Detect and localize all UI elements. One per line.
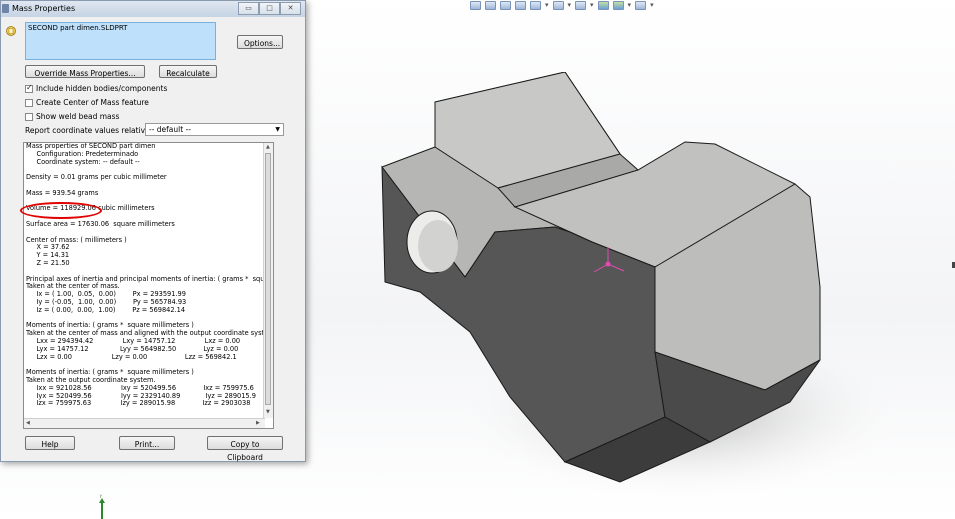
checkbox-label: Include hidden bodies/components <box>36 84 168 93</box>
copy-to-clipboard-button[interactable]: Copy to Clipboard <box>207 436 283 462</box>
override-mass-properties-button[interactable]: Override Mass Properties... <box>25 65 145 78</box>
results-line: Iz = ( 0.00, 0.00, 1.00) Pz = 569842.14 <box>26 305 186 314</box>
horizontal-scrollbar[interactable]: ◀ ▶ <box>24 418 265 428</box>
show-weld-bead-mass-checkbox[interactable]: Show weld bead mass <box>25 112 119 121</box>
svg-text:Y: Y <box>99 494 103 499</box>
dialog-titlebar[interactable]: Mass Properties ▭ □ ✕ <box>1 1 305 17</box>
coordinate-system-value: -- default -- <box>149 125 191 134</box>
results-line: Coordinate system: -- default -- <box>26 157 140 166</box>
help-button[interactable]: Help <box>25 436 75 450</box>
chevron-down-icon[interactable]: ▼ <box>275 124 280 135</box>
dialog-body: SECOND part dimen.SLDPRT Options... Over… <box>1 17 305 462</box>
include-hidden-bodies-checkbox[interactable]: Include hidden bodies/components <box>25 83 168 93</box>
selected-items-icon <box>6 26 16 36</box>
apply-scene-icon[interactable] <box>612 0 624 10</box>
view-settings-icon[interactable] <box>635 0 647 10</box>
close-button[interactable]: ✕ <box>280 2 301 15</box>
create-center-of-mass-checkbox[interactable]: Create Center of Mass feature <box>25 98 149 107</box>
zoom-to-fit-icon[interactable] <box>470 0 481 10</box>
results-line: Lzx = 0.00 Lzy = 0.00 Lzz = 569842.1 <box>26 352 237 361</box>
checkbox-unchecked-icon[interactable] <box>25 112 33 121</box>
scroll-right-icon[interactable]: ▶ <box>256 420 260 426</box>
recalculate-button[interactable]: Recalculate <box>159 65 217 78</box>
dropdown-arrow-icon[interactable]: ▾ <box>628 1 632 9</box>
report-coordinates-label: Report coordinate values relative to: <box>25 126 163 135</box>
print-button[interactable]: Print... <box>119 436 175 450</box>
dropdown-arrow-icon[interactable]: ▾ <box>568 1 572 9</box>
section-view-icon[interactable] <box>515 0 526 10</box>
bore-hole-inner <box>418 220 458 272</box>
window-controls: ▭ □ ✕ <box>238 2 301 15</box>
3d-part-model[interactable] <box>380 72 920 512</box>
previous-view-icon[interactable] <box>500 0 511 10</box>
mass-properties-results[interactable]: Mass properties of SECOND part dimen Con… <box>23 142 274 429</box>
selected-items-list[interactable]: SECOND part dimen.SLDPRT <box>25 22 216 60</box>
minimize-button[interactable]: ▭ <box>238 2 259 15</box>
edit-appearance-icon[interactable] <box>597 0 609 10</box>
results-line: Z = 21.50 <box>26 258 70 267</box>
checkbox-checked-icon[interactable] <box>25 83 33 93</box>
checkbox-unchecked-icon[interactable] <box>25 98 33 107</box>
results-line: Izx = 759975.63 Izy = 289015.98 Izz = 29… <box>26 399 251 408</box>
reference-triad-icon: Y <box>99 494 105 519</box>
scroll-down-icon[interactable]: ▼ <box>266 409 270 415</box>
display-style-icon[interactable] <box>552 0 564 10</box>
checkbox-label: Show weld bead mass <box>36 112 120 121</box>
maximize-button[interactable]: □ <box>259 2 280 15</box>
options-button[interactable]: Options... <box>237 35 283 49</box>
scrollbar-thumb[interactable] <box>265 153 271 405</box>
results-text: Mass properties of SECOND part dimen Con… <box>26 143 266 417</box>
hide-show-items-icon[interactable] <box>575 0 587 10</box>
mass-highlight-annotation <box>20 202 102 219</box>
dialog-title: Mass Properties <box>12 4 76 13</box>
zoom-to-area-icon[interactable] <box>485 0 496 10</box>
view-orientation-icon[interactable] <box>530 0 541 10</box>
results-line: Surface area = 17630.06 square millimete… <box>26 219 175 228</box>
heads-up-view-toolbar: ▾ ▾ ▾ ▾ ▾ <box>470 0 710 10</box>
checkbox-label: Create Center of Mass feature <box>36 98 149 107</box>
mass-properties-dialog: Mass Properties ▭ □ ✕ SECOND part dimen.… <box>0 0 306 462</box>
dropdown-arrow-icon[interactable]: ▾ <box>545 1 549 9</box>
dropdown-arrow-icon[interactable]: ▾ <box>650 1 654 9</box>
results-line: Mass = 939.54 grams <box>26 188 99 197</box>
scroll-left-icon[interactable]: ◀ <box>26 420 30 426</box>
mass-properties-app-icon <box>2 4 9 13</box>
coordinate-system-dropdown[interactable]: -- default -- ▼ <box>145 123 284 136</box>
vertical-scrollbar[interactable]: ▲ ▼ <box>263 143 273 418</box>
selected-file-item[interactable]: SECOND part dimen.SLDPRT <box>28 24 127 32</box>
dropdown-arrow-icon[interactable]: ▾ <box>590 1 594 9</box>
results-line: Density = 0.01 grams per cubic millimete… <box>26 173 167 182</box>
scroll-up-icon[interactable]: ▲ <box>266 144 270 150</box>
